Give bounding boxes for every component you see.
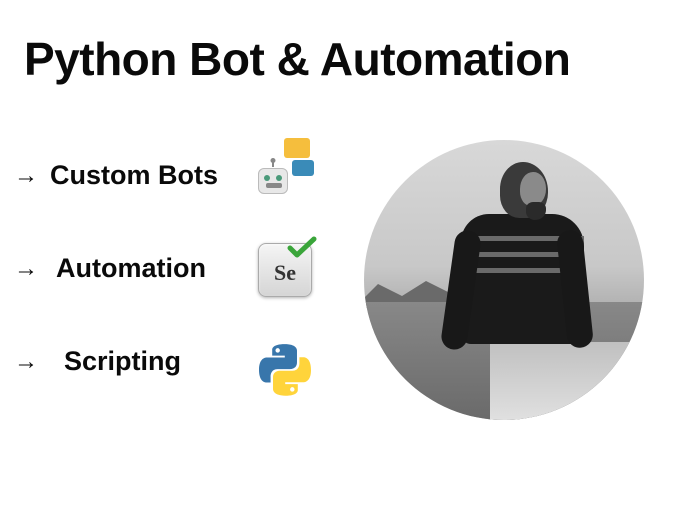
arrow-icon: → — [14, 348, 40, 376]
feature-label: Custom Bots — [50, 160, 218, 191]
feature-row: → Automation — [14, 253, 218, 284]
icon-column: Se — [255, 140, 315, 400]
python-icon — [255, 340, 315, 400]
chatbot-icon — [255, 140, 315, 200]
checkmark-icon — [287, 236, 317, 260]
feature-label: Scripting — [64, 346, 181, 377]
arrow-icon: → — [14, 162, 40, 190]
arrow-icon: → — [14, 255, 40, 283]
selenium-badge-text: Se — [274, 260, 296, 286]
feature-label: Automation — [56, 253, 206, 284]
feature-list: → Custom Bots → Automation → Scripting — [14, 160, 218, 377]
feature-row: → Custom Bots — [14, 160, 218, 191]
feature-row: → Scripting — [14, 346, 218, 377]
avatar — [364, 140, 644, 420]
page-title: Python Bot & Automation — [24, 32, 570, 86]
selenium-icon: Se — [255, 240, 315, 300]
